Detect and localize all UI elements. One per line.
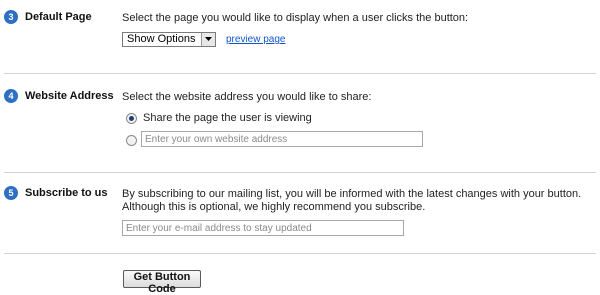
default-page-select[interactable]: Show Options <box>122 32 216 47</box>
step-description: Select the page you would like to displa… <box>122 12 469 24</box>
email-input[interactable] <box>122 220 404 236</box>
section-divider <box>4 73 596 74</box>
radio-share-current-page[interactable] <box>126 113 137 124</box>
step-number-badge: 3 <box>4 10 18 24</box>
chevron-down-icon[interactable] <box>201 33 215 46</box>
step-title: Default Page <box>25 11 92 23</box>
step-description: Select the website address you would lik… <box>122 91 372 103</box>
step-title: Website Address <box>25 90 114 102</box>
step-description-line-1: By subscribing to our mailing list, you … <box>122 188 582 200</box>
radio-selected-dot <box>129 116 134 121</box>
step-number-badge: 4 <box>4 89 18 103</box>
preview-page-link[interactable]: preview page <box>226 34 285 45</box>
custom-address-input[interactable] <box>141 131 423 147</box>
section-divider <box>4 253 596 254</box>
step-title: Subscribe to us <box>25 187 108 199</box>
section-divider <box>4 172 596 173</box>
step-number-badge: 5 <box>4 186 18 200</box>
radio-label-share-current-page[interactable]: Share the page the user is viewing <box>143 112 312 124</box>
step-description-line-2: Although this is optional, we highly rec… <box>122 201 426 213</box>
get-button-code-button[interactable]: Get Button Code <box>123 270 201 295</box>
select-value: Show Options <box>127 33 196 45</box>
radio-custom-address[interactable] <box>126 135 137 146</box>
